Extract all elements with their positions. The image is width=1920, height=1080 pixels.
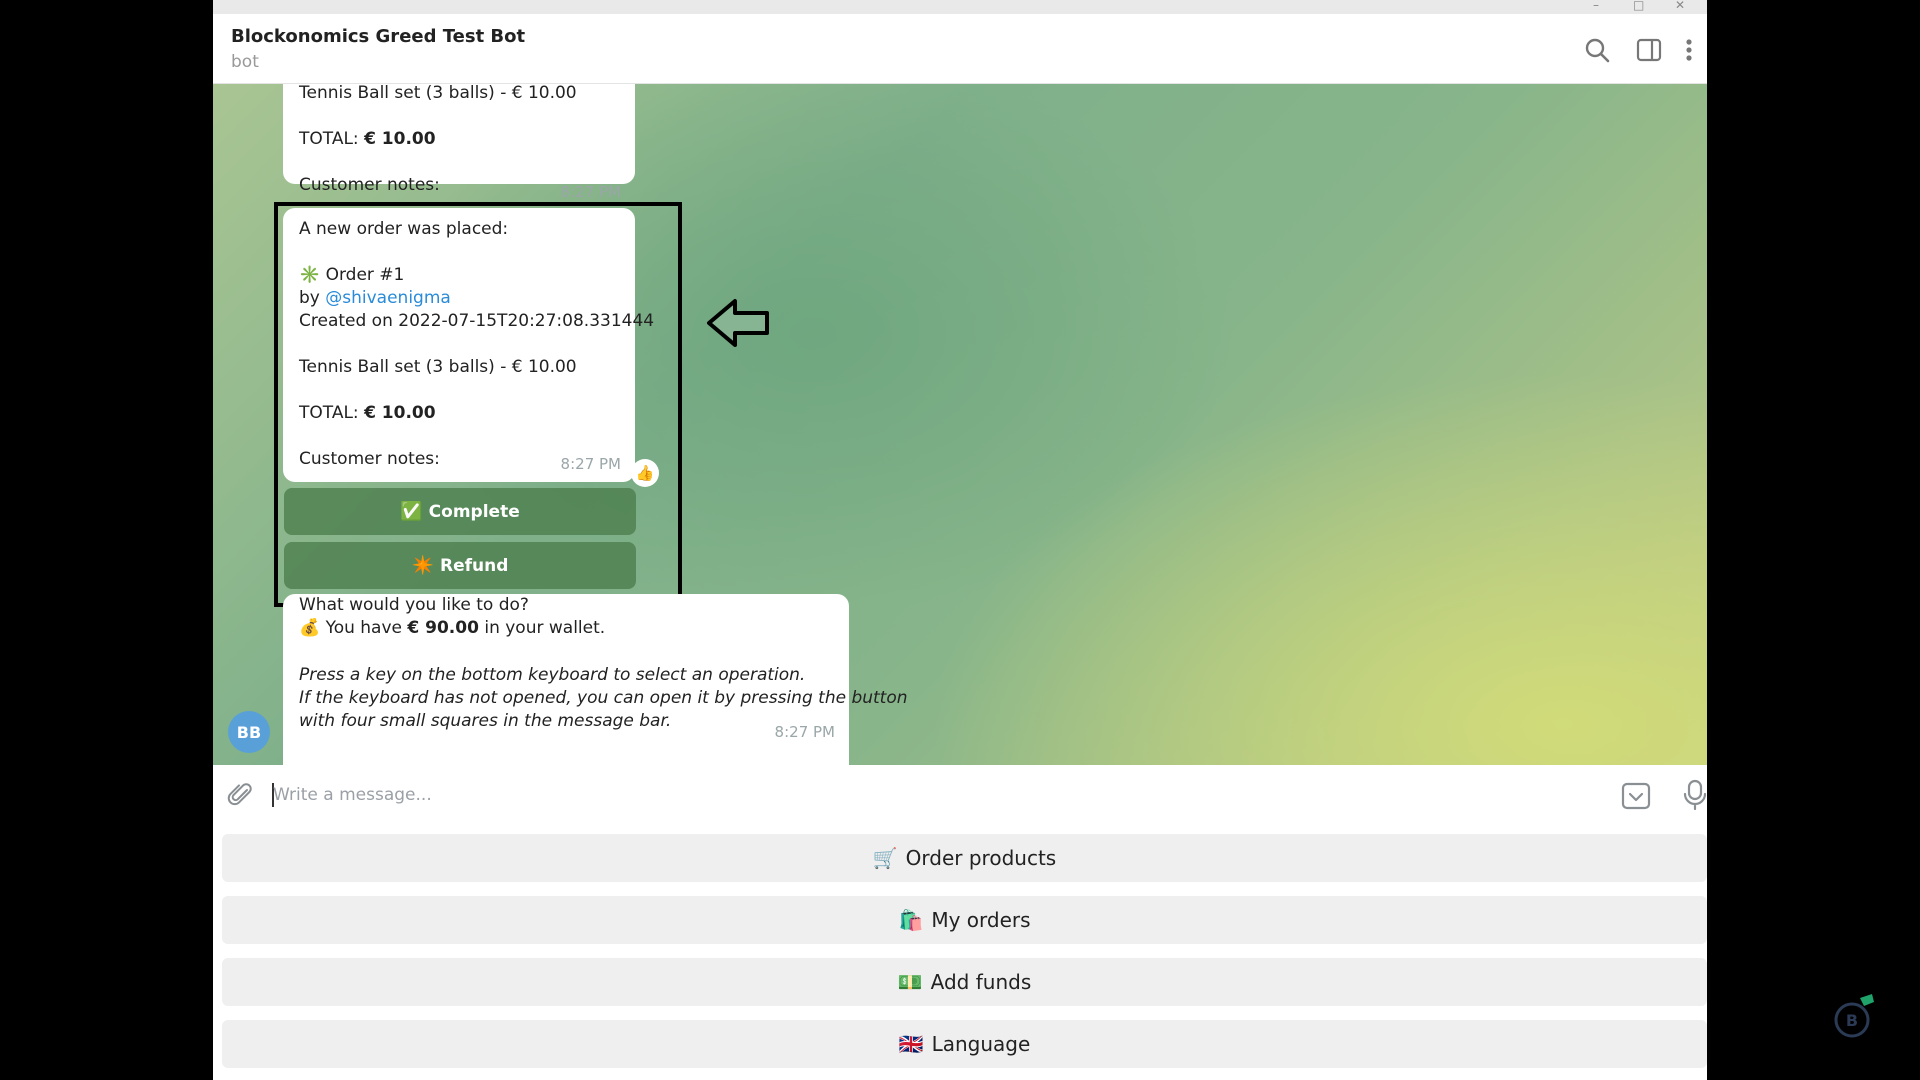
money-bag-icon: 💰: [299, 618, 321, 638]
cart-icon: 🛒: [872, 846, 898, 870]
svg-text:B: B: [1846, 1011, 1858, 1030]
bot-reply-keyboard: 🛒 Order products 🛍️ My orders 💵 Add fund…: [213, 825, 1707, 1080]
hint-line-2: If the keyboard has not opened, you can …: [299, 688, 908, 708]
wallet-balance: 💰 You have € 90.00 in your wallet.: [299, 618, 606, 638]
add-funds-button[interactable]: 💵 Add funds: [222, 958, 1707, 1006]
highlight-box: [274, 202, 682, 607]
language-button[interactable]: 🇬🇧 Language: [222, 1020, 1707, 1068]
telegram-window: – □ ✕ Blockonomics Greed Test Bot bot Te…: [213, 0, 1707, 1080]
chat-area[interactable]: Tennis Ball set (3 balls) - € 10.00 TOTA…: [213, 84, 1707, 765]
message-bubble-previous: Tennis Ball set (3 balls) - € 10.00 TOTA…: [283, 84, 635, 201]
order-item-line: Tennis Ball set (3 balls) - € 10.00: [299, 84, 577, 103]
attach-icon[interactable]: [227, 781, 255, 809]
avatar[interactable]: BB: [228, 711, 270, 753]
blockonomics-logo-icon: B: [1834, 994, 1874, 1038]
maximize-button[interactable]: □: [1633, 0, 1644, 12]
message-input[interactable]: [273, 781, 1573, 809]
more-vertical-icon[interactable]: [1675, 36, 1703, 64]
sidebar-toggle-icon[interactable]: [1635, 36, 1663, 64]
message-time: 8:27 PM: [774, 723, 835, 741]
arrow-left-icon: [707, 299, 769, 347]
minimize-button[interactable]: –: [1593, 0, 1599, 12]
window-titlebar: – □ ✕: [213, 0, 1707, 14]
hint-line-1: Press a key on the bottom keyboard to se…: [299, 665, 806, 685]
chat-subtitle: bot: [231, 52, 259, 72]
hint-line-3: with four small squares in the message b…: [299, 711, 672, 731]
close-button[interactable]: ✕: [1675, 0, 1685, 12]
order-products-button[interactable]: 🛒 Order products: [222, 834, 1707, 882]
message-bubble-menu: What would you like to do? 💰 You have € …: [283, 594, 908, 765]
keyboard-toggle-icon[interactable]: [1621, 781, 1651, 811]
banknote-icon: 💵: [897, 970, 923, 994]
message-time: 8:27 PM: [560, 183, 621, 201]
menu-question: What would you like to do?: [299, 595, 529, 615]
chat-header[interactable]: Blockonomics Greed Test Bot bot: [213, 14, 1707, 84]
customer-notes-label: Customer notes:: [299, 175, 440, 195]
my-orders-button[interactable]: 🛍️ My orders: [222, 896, 1707, 944]
chat-title: Blockonomics Greed Test Bot: [231, 26, 526, 47]
uk-flag-icon: 🇬🇧: [898, 1032, 924, 1056]
microphone-icon[interactable]: [1683, 779, 1707, 811]
shopping-bags-icon: 🛍️: [898, 908, 924, 932]
order-total: TOTAL: € 10.00: [299, 129, 436, 149]
message-composer: [213, 765, 1707, 825]
search-icon[interactable]: [1583, 36, 1611, 64]
